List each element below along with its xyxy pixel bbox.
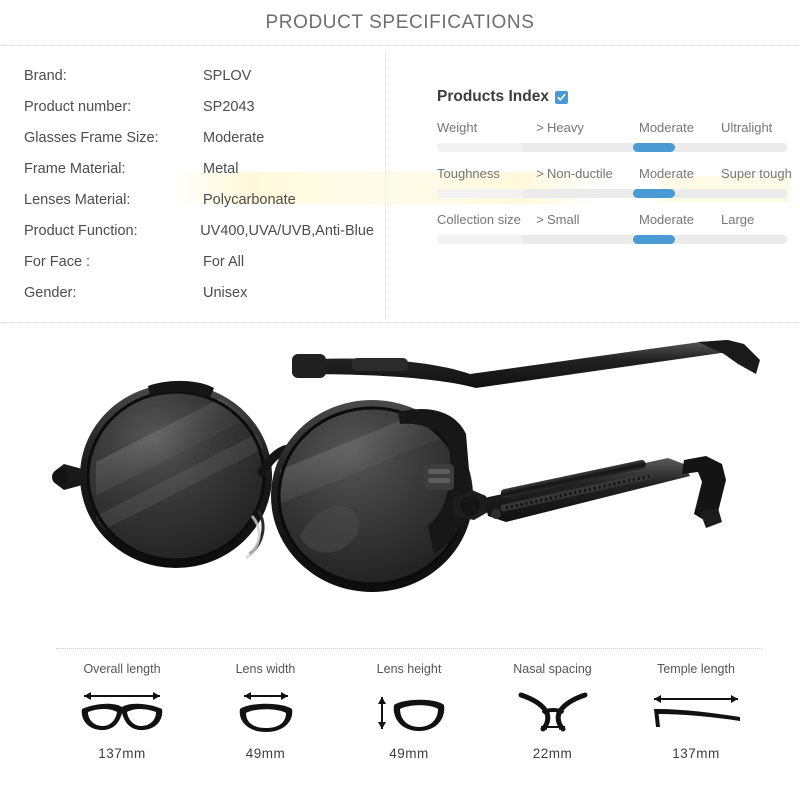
index-slider-track-weight[interactable] (437, 143, 787, 152)
index-row-name: Toughness (437, 166, 500, 181)
spec-value: Moderate (203, 129, 265, 146)
index-slider-thumb-weight[interactable] (633, 143, 675, 152)
spec-value: UV400,UVA/UVB,Anti-Blue (200, 222, 374, 239)
index-option-high: Ultralight (721, 120, 773, 135)
measure-nasal-spacing: Nasal spacing 22mm (487, 662, 619, 761)
measure-lens-height: Lens height 49mm (343, 662, 475, 761)
index-option-low: Small (547, 212, 580, 227)
spec-label: Brand: (24, 67, 67, 84)
products-index-panel: Products Index Weight > Heavy Moderate U… (437, 88, 792, 258)
index-option-high: Super tough (721, 166, 792, 181)
spec-label: Product number: (24, 98, 132, 115)
product-photo (0, 330, 800, 642)
measure-value: 49mm (389, 746, 429, 761)
measure-value: 22mm (532, 746, 573, 761)
spec-row-lenses-material: Lenses Material: Polycarbonate (24, 184, 374, 215)
section-divider (0, 322, 800, 323)
lens-width-icon (200, 686, 332, 738)
spec-row-frame-material: Frame Material: Metal (24, 153, 374, 184)
measurements-divider (56, 648, 762, 649)
spec-value: Metal (203, 160, 239, 177)
measure-label: Temple length (657, 662, 735, 676)
index-row-collection-size: Collection size > Small Moderate Large (437, 212, 787, 244)
checkbox-checked-icon (554, 90, 568, 104)
measure-value: 49mm (245, 746, 286, 761)
spec-label: Product Function: (24, 222, 138, 239)
index-option-mid: Moderate (639, 120, 694, 135)
spec-value: Polycarbonate (203, 191, 296, 208)
index-row-labels: Collection size > Small Moderate Large (437, 212, 787, 230)
index-slider-thumb-toughness[interactable] (633, 189, 675, 198)
spec-value: Unisex (203, 284, 248, 301)
spec-row-frame-size: Glasses Frame Size: Moderate (24, 122, 374, 153)
specification-list: Brand: SPLOV Product number: SP2043 Glas… (24, 60, 374, 308)
bridge-width-icon (487, 686, 619, 738)
measure-lens-width: Lens width 49mm (200, 662, 332, 761)
index-row-separator: > (536, 166, 544, 181)
spec-label: For Face : (24, 253, 91, 270)
spec-value: For All (203, 253, 245, 270)
track-segment (437, 143, 523, 152)
spec-value: SP2043 (203, 98, 255, 115)
vertical-divider (385, 52, 386, 320)
index-row-separator: > (536, 120, 544, 135)
measurements-row: Overall length 137mm Lens width 49mm Len… (56, 662, 762, 761)
spec-label: Glasses Frame Size: (24, 129, 159, 146)
index-option-mid: Moderate (639, 166, 694, 181)
index-option-low: Non-ductile (547, 166, 613, 181)
index-row-labels: Weight > Heavy Moderate Ultralight (437, 120, 787, 138)
measure-overall-length: Overall length 137mm (56, 662, 188, 761)
index-slider-thumb-collection-size[interactable] (633, 235, 675, 244)
track-segment (437, 189, 523, 198)
index-row-weight: Weight > Heavy Moderate Ultralight (437, 120, 787, 152)
measure-label: Nasal spacing (513, 662, 592, 676)
spec-label: Gender: (24, 284, 77, 301)
full-frame-width-icon (56, 686, 188, 738)
measure-label: Overall length (83, 662, 161, 676)
index-row-name: Weight (437, 120, 478, 135)
lens-height-icon (343, 686, 475, 738)
spec-row-brand: Brand: SPLOV (24, 60, 374, 91)
spec-row-for-face: For Face : For All (24, 246, 374, 277)
spec-value: SPLOV (203, 67, 252, 84)
page-title: PRODUCT SPECIFICATIONS (265, 12, 535, 33)
products-index-title: Products Index (437, 88, 787, 106)
index-row-toughness: Toughness > Non-ductile Moderate Super t… (437, 166, 792, 198)
spec-label: Frame Material: (24, 160, 126, 177)
spec-label: Lenses Material: (24, 191, 131, 208)
spec-row-gender: Gender: Unisex (24, 277, 374, 308)
index-option-low: Heavy (547, 120, 584, 135)
index-slider-track-toughness[interactable] (437, 189, 787, 198)
index-slider-track-collection-size[interactable] (437, 235, 787, 244)
index-option-high: Large (721, 212, 755, 227)
measure-label: Lens width (235, 662, 296, 676)
temple-length-icon (630, 686, 762, 738)
spec-row-product-function: Product Function: UV400,UVA/UVB,Anti-Blu… (24, 215, 374, 246)
index-option-mid: Moderate (639, 212, 694, 227)
spec-row-product-number: Product number: SP2043 (24, 91, 374, 122)
measure-value: 137mm (98, 746, 146, 761)
index-row-name: Collection size (437, 212, 521, 227)
products-index-title-text: Products Index (437, 88, 549, 105)
measure-value: 137mm (672, 746, 720, 761)
header-divider (0, 45, 800, 46)
track-segment (437, 235, 523, 244)
index-row-labels: Toughness > Non-ductile Moderate Super t… (437, 166, 792, 184)
measure-temple-length: Temple length 137mm (630, 662, 762, 761)
index-row-separator: > (536, 212, 544, 227)
measure-label: Lens height (376, 662, 442, 676)
